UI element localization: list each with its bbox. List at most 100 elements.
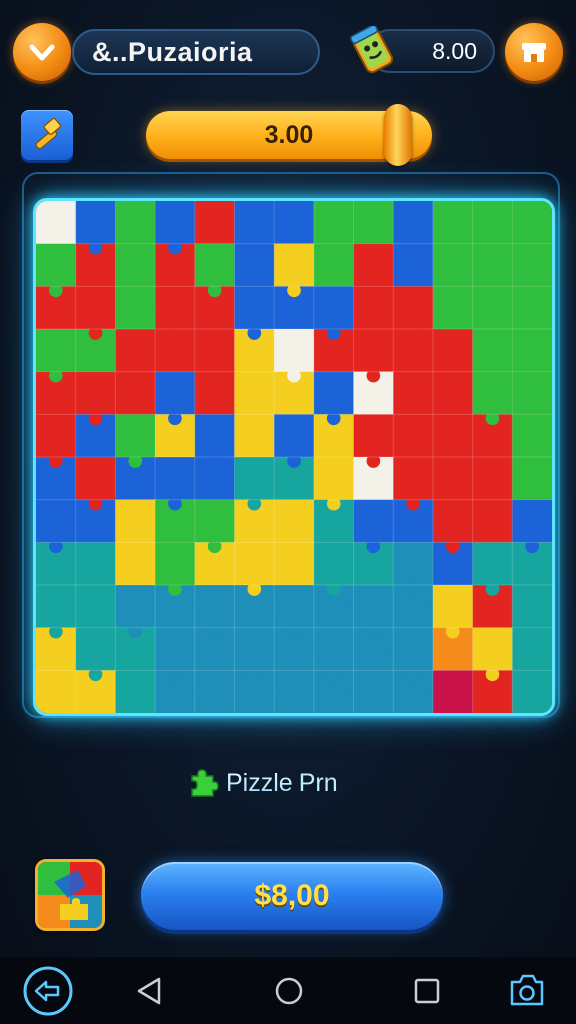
puzzle-piece[interactable]	[432, 243, 474, 287]
puzzle-piece[interactable]	[155, 457, 196, 501]
puzzle-piece[interactable]	[155, 627, 196, 671]
puzzle-piece[interactable]	[75, 371, 116, 415]
puzzle-piece[interactable]	[274, 201, 315, 245]
puzzle-piece[interactable]	[115, 201, 156, 245]
puzzle-piece[interactable]	[115, 243, 156, 287]
puzzle-piece[interactable]	[432, 499, 474, 543]
puzzle-piece[interactable]	[115, 499, 156, 543]
puzzle-piece[interactable]	[432, 201, 474, 245]
puzzle-piece[interactable]	[194, 329, 235, 373]
puzzle-piece[interactable]	[313, 627, 355, 671]
puzzle-piece[interactable]	[36, 201, 77, 245]
puzzle-piece[interactable]	[313, 201, 355, 245]
puzzle-piece[interactable]	[75, 542, 116, 586]
puzzle-piece[interactable]	[194, 243, 235, 287]
puzzle-piece[interactable]	[234, 627, 275, 671]
shop-button[interactable]	[505, 23, 563, 81]
puzzle-piece[interactable]	[274, 499, 315, 543]
puzzle-piece[interactable]	[234, 542, 275, 586]
puzzle-piece[interactable]	[194, 414, 235, 458]
puzzle-piece[interactable]	[313, 371, 355, 415]
puzzle-piece[interactable]	[393, 371, 434, 415]
puzzle-piece[interactable]	[512, 414, 552, 458]
puzzle-piece[interactable]	[512, 499, 552, 543]
puzzle-piece[interactable]	[75, 201, 116, 245]
puzzle-piece[interactable]	[36, 329, 77, 373]
puzzle-piece[interactable]	[313, 457, 355, 501]
puzzle-piece[interactable]	[472, 627, 513, 671]
puzzle-piece[interactable]	[75, 286, 116, 330]
puzzle-piece[interactable]	[353, 329, 394, 373]
puzzle-piece[interactable]	[353, 585, 394, 629]
puzzle-piece[interactable]	[393, 457, 434, 501]
puzzle-piece[interactable]	[274, 585, 315, 629]
puzzle-piece[interactable]	[393, 201, 434, 245]
puzzle-piece[interactable]	[115, 670, 156, 713]
puzzle-piece[interactable]	[274, 670, 315, 713]
puzzle-piece[interactable]	[313, 542, 355, 586]
puzzle-piece[interactable]	[194, 499, 235, 543]
puzzle-piece[interactable]	[353, 670, 394, 713]
puzzle-piece[interactable]	[155, 286, 196, 330]
nav-back-button[interactable]	[133, 973, 165, 1009]
puzzle-piece[interactable]	[512, 201, 552, 245]
progress-slider-knob[interactable]	[383, 104, 412, 166]
puzzle-piece[interactable]	[234, 201, 275, 245]
puzzle-piece[interactable]	[472, 371, 513, 415]
puzzle-piece[interactable]	[353, 414, 394, 458]
puzzle-piece[interactable]	[353, 499, 394, 543]
puzzle-piece[interactable]	[234, 457, 275, 501]
piece-knob	[247, 326, 262, 340]
hammer-tool-button[interactable]	[21, 110, 73, 160]
puzzle-piece[interactable]	[313, 286, 355, 330]
puzzle-piece[interactable]	[194, 670, 235, 713]
puzzle-grid[interactable]	[36, 201, 552, 713]
puzzle-piece[interactable]	[115, 414, 156, 458]
puzzle-piece[interactable]	[36, 585, 77, 629]
puzzle-piece[interactable]	[274, 414, 315, 458]
puzzle-piece[interactable]	[432, 329, 474, 373]
puzzle-thumbnail[interactable]	[38, 862, 102, 928]
puzzle-piece[interactable]	[155, 371, 196, 415]
puzzle-piece[interactable]	[274, 243, 315, 287]
puzzle-piece[interactable]	[115, 585, 156, 629]
puzzle-piece[interactable]	[432, 414, 474, 458]
puzzle-piece[interactable]	[194, 585, 235, 629]
puzzle-piece[interactable]	[115, 329, 156, 373]
puzzle-piece[interactable]	[36, 499, 77, 543]
puzzle-piece[interactable]	[274, 329, 315, 373]
puzzle-piece[interactable]	[512, 329, 552, 373]
nav-recents-button[interactable]	[410, 974, 444, 1008]
puzzle-piece[interactable]	[472, 286, 513, 330]
puzzle-piece[interactable]	[75, 457, 116, 501]
puzzle-piece[interactable]	[472, 457, 513, 501]
puzzle-piece[interactable]	[393, 627, 434, 671]
puzzle-piece[interactable]	[155, 542, 196, 586]
nav-home-button[interactable]	[272, 973, 306, 1009]
puzzle-piece[interactable]	[155, 201, 196, 245]
buy-button[interactable]: $8,00	[141, 862, 443, 930]
camera-button[interactable]	[504, 967, 550, 1013]
puzzle-board[interactable]	[33, 198, 555, 716]
puzzle-piece[interactable]	[472, 201, 513, 245]
puzzle-piece[interactable]	[194, 201, 235, 245]
puzzle-piece[interactable]	[36, 670, 77, 713]
menu-button[interactable]	[13, 23, 71, 81]
puzzle-piece[interactable]	[234, 286, 275, 330]
puzzle-piece[interactable]	[512, 670, 552, 713]
puzzle-piece[interactable]	[432, 585, 474, 629]
piece-knob	[485, 326, 500, 340]
puzzle-piece[interactable]	[512, 585, 552, 629]
puzzle-piece[interactable]	[36, 243, 77, 287]
puzzle-piece[interactable]	[512, 243, 552, 287]
puzzle-piece[interactable]	[234, 371, 275, 415]
back-circle-button[interactable]	[22, 965, 74, 1017]
puzzle-piece[interactable]	[472, 542, 513, 586]
puzzle-piece[interactable]	[353, 243, 394, 287]
puzzle-piece[interactable]	[353, 201, 394, 245]
puzzle-piece[interactable]	[393, 286, 434, 330]
puzzle-piece[interactable]	[75, 627, 116, 671]
puzzle-piece[interactable]	[36, 414, 77, 458]
puzzle-piece[interactable]	[432, 670, 474, 713]
puzzle-piece[interactable]	[393, 542, 434, 586]
